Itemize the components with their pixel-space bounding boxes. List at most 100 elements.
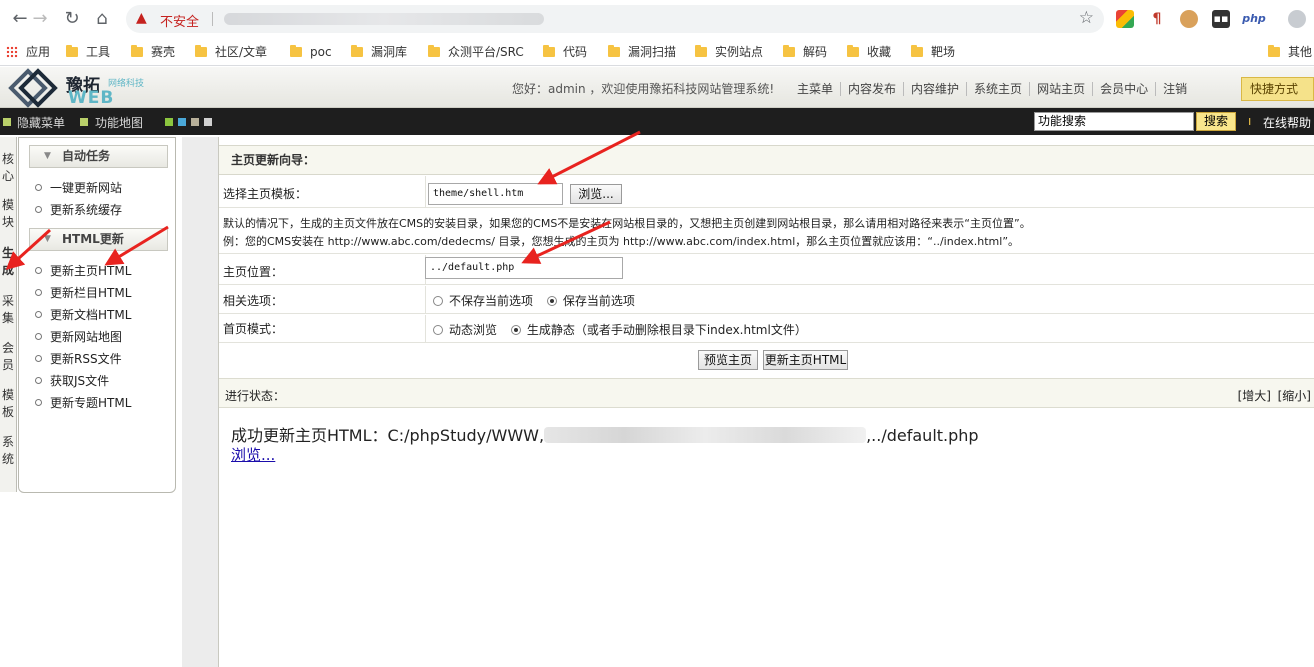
search-button[interactable]: 搜索 [1196, 112, 1236, 131]
menu-item-update-site[interactable]: 一键更新网站 [35, 179, 122, 196]
bookmark-item[interactable]: 工具 [66, 44, 110, 60]
tab-system[interactable]: 系统 [0, 434, 16, 468]
result-message: 成功更新主页HTML：C:/phpStudy/WWW, ,../default.p… [231, 422, 979, 446]
browser-toolbar: ← → ↻ ⌂ ▲ 不安全 ☆ ¶ ▪▪ php [0, 0, 1314, 38]
tab-members[interactable]: 会员 [0, 340, 16, 374]
tab-modules[interactable]: 模块 [0, 197, 16, 231]
menu-group-html-update[interactable]: ▼ HTML更新 [29, 228, 168, 251]
menu-item-update-cache[interactable]: 更新系统缓存 [35, 201, 122, 218]
no-save-label: 不保存当前选项 [449, 294, 534, 308]
bookmark-item[interactable]: 收藏 [847, 44, 891, 60]
folder-icon [351, 45, 363, 57]
bookmark-item[interactable]: 赛壳 [131, 44, 175, 60]
browse-button[interactable]: 浏览... [570, 184, 622, 204]
folder-icon [847, 45, 859, 57]
tab-generate[interactable]: 生成 [0, 245, 16, 279]
extension-pilcrow-icon[interactable]: ¶ [1148, 10, 1166, 28]
hide-menu-link[interactable]: 隐藏菜单 [17, 114, 65, 131]
folder-icon [66, 45, 78, 57]
radio-dynamic[interactable] [433, 325, 443, 335]
menu-item-update-sitemap[interactable]: 更新网站地图 [35, 328, 122, 345]
extension-cookie-icon[interactable] [1180, 10, 1198, 28]
divider [425, 176, 426, 208]
menu-item-update-columns[interactable]: 更新栏目HTML [35, 284, 131, 301]
tab-collect[interactable]: 采集 [0, 293, 16, 327]
nav-main-menu[interactable]: 主菜单 [790, 82, 842, 96]
address-bar[interactable]: ▲ 不安全 ☆ [126, 5, 1104, 33]
divider [425, 286, 426, 314]
folder-icon [783, 45, 795, 57]
profile-avatar-icon[interactable] [1288, 10, 1306, 28]
menu-item-update-home[interactable]: 更新主页HTML [35, 262, 131, 279]
top-nav: 主菜单 内容发布 内容维护 系统主页 网站主页 会员中心 注销 [790, 80, 1194, 97]
bookmark-item[interactable]: 漏洞扫描 [608, 44, 676, 60]
skin-gray-icon[interactable] [204, 118, 212, 126]
bookmark-item[interactable]: 靶场 [911, 44, 955, 60]
bookmark-item[interactable]: 漏洞库 [351, 44, 407, 60]
tab-core[interactable]: 核心 [0, 151, 16, 185]
folder-icon [195, 45, 207, 57]
home-icon[interactable]: ⌂ [90, 7, 114, 31]
note-line-1: 默认的情况下，生成的主页文件放在CMS的安装目录，如果您的CMS不是安装在网站根… [223, 217, 1031, 230]
radio-save[interactable] [546, 296, 557, 306]
tab-templates[interactable]: 模板 [0, 387, 16, 421]
template-input[interactable]: theme/shell.htm [428, 183, 563, 205]
nav-system-home[interactable]: 系统主页 [967, 82, 1031, 96]
bookmark-item[interactable]: poc [290, 44, 332, 60]
browse-result-link[interactable]: 浏览... [231, 444, 275, 465]
bookmark-item[interactable]: 实例站点 [695, 44, 763, 60]
nav-publish[interactable]: 内容发布 [841, 82, 905, 96]
menu-item-update-docs[interactable]: 更新文档HTML [35, 306, 131, 323]
forward-icon[interactable]: → [28, 7, 52, 31]
nav-maintain[interactable]: 内容维护 [904, 82, 968, 96]
location-input[interactable]: ../default.php [425, 257, 623, 279]
bookmark-item[interactable]: 社区/文章 [195, 44, 267, 60]
quick-mode-button[interactable]: 快捷方式 [1241, 77, 1314, 101]
bookmark-apps[interactable]: 应用 [6, 44, 50, 60]
preview-button[interactable]: 预览主页 [698, 350, 758, 370]
bookmark-star-icon[interactable]: ☆ [1079, 8, 1094, 28]
splitter [182, 137, 218, 667]
location-label: 主页位置： [223, 265, 284, 279]
skin-green-icon[interactable] [165, 118, 173, 126]
nav-member-center[interactable]: 会员中心 [1093, 82, 1157, 96]
skin-blue-icon[interactable] [178, 118, 186, 126]
extension-colorful-icon[interactable] [1116, 10, 1134, 28]
function-search-input[interactable]: 功能搜索 [1034, 112, 1194, 131]
bookmark-item[interactable]: 众测平台/SRC [428, 44, 524, 60]
menu-group-auto-tasks[interactable]: ▼ 自动任务 [29, 145, 168, 168]
cms-header: 豫拓 网络科技 WEB 您好：admin ，欢迎使用豫拓科技网站管理系统! 主菜… [0, 67, 1314, 108]
bookmark-other[interactable]: 其他 [1268, 44, 1312, 60]
radio-static[interactable] [510, 325, 521, 335]
divider [425, 315, 426, 343]
bookmark-item[interactable]: 解码 [783, 44, 827, 60]
left-menu: ▼ 自动任务 一键更新网站 更新系统缓存 ▼ HTML更新 更新主页HTML 更新栏… [18, 137, 176, 493]
static-label: 生成静态（或者手动删除根目录下index.html文件） [526, 323, 807, 337]
online-help-link[interactable]: 在线帮助 [1263, 114, 1311, 131]
reload-icon[interactable]: ↻ [60, 7, 84, 31]
menu-item-get-js[interactable]: 获取JS文件 [35, 372, 109, 389]
row-location: 主页位置： ../default.php [219, 255, 1314, 285]
nav-logout[interactable]: 注销 [1156, 82, 1194, 96]
help-icon: ı [1248, 114, 1252, 128]
menu-item-update-rss[interactable]: 更新RSS文件 [35, 350, 122, 367]
extension-mask-icon[interactable]: ▪▪ [1212, 10, 1230, 28]
note-line-2: 例：您的CMS安装在 http://www.abc.com/dedecms/ 目… [223, 235, 1020, 248]
folder-icon [608, 45, 620, 57]
folder-icon [428, 45, 440, 57]
bookmark-item[interactable]: 代码 [543, 44, 587, 60]
menu-item-update-topics[interactable]: 更新专题HTML [35, 394, 131, 411]
radio-no-save[interactable] [433, 296, 443, 306]
apps-grid-icon [6, 46, 18, 58]
skin-tan-icon[interactable] [191, 118, 199, 126]
site-map-link[interactable]: 功能地图 [95, 114, 143, 131]
shrink-link[interactable]: [缩小] [1278, 387, 1311, 404]
nav-site-home[interactable]: 网站主页 [1030, 82, 1094, 96]
update-home-button[interactable]: 更新主页HTML [763, 350, 848, 370]
bookmarks-bar: 应用 工具 赛壳 社区/文章 poc 漏洞库 众测平台/SRC 代码 漏洞扫描 … [0, 38, 1314, 66]
row-options: 相关选项： 不保存当前选项 保存当前选项 [219, 286, 1314, 314]
extension-php-icon[interactable]: php [1242, 10, 1266, 28]
enlarge-link[interactable]: [增大] [1238, 387, 1271, 404]
blurred-url [224, 13, 544, 25]
hide-menu-icon [3, 118, 11, 126]
